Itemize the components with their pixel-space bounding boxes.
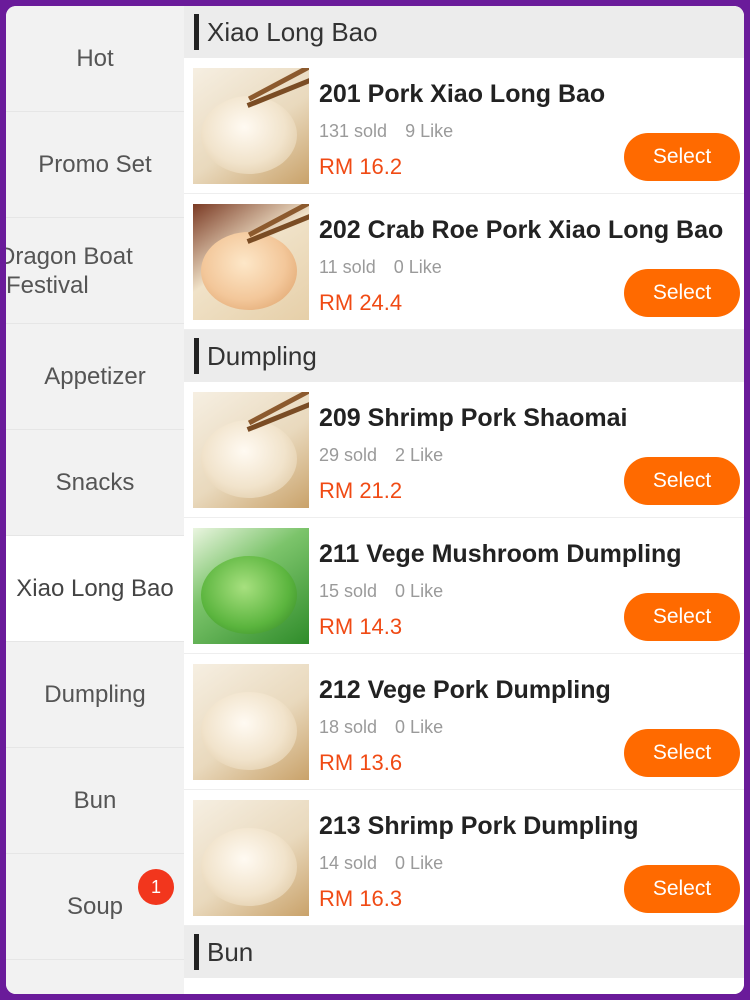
category-sidebar: Hot Promo Set Dragon Boat Festival Appet… — [6, 6, 184, 994]
menu-item[interactable]: 202 Crab Roe Pork Xiao Long Bao 11 sold 0… — [184, 194, 744, 330]
item-stats: 29 sold 2 Like — [319, 445, 443, 466]
header-accent-bar — [194, 338, 199, 374]
item-name: 209 Shrimp Pork Shaomai — [319, 404, 628, 432]
sold-count: 11 sold — [319, 257, 376, 277]
item-price: RM 21.2 — [319, 478, 403, 503]
select-button[interactable]: Select — [624, 133, 740, 181]
menu-item[interactable]: 209 Shrimp Pork Shaomai 29 sold 2 Like RM… — [184, 382, 744, 518]
sold-count: 29 sold — [319, 445, 378, 465]
menu-item[interactable]: 211 Vege Mushroom Dumpling 15 sold 0 Like… — [184, 518, 744, 654]
header-accent-bar — [194, 14, 199, 50]
sold-count: 131 sold — [319, 121, 388, 141]
select-button[interactable]: Select — [624, 593, 740, 641]
item-stats: 15 sold 0 Like — [319, 581, 443, 602]
sidebar-item-dumpling[interactable]: Dumpling — [6, 642, 184, 748]
sidebar-item-promo-set[interactable]: Promo Set — [6, 112, 184, 218]
sidebar-item-snacks[interactable]: Snacks — [6, 430, 184, 536]
menu-item[interactable]: 212 Vege Pork Dumpling 18 sold 0 Like RM … — [184, 654, 744, 790]
item-price: RM 13.6 — [319, 750, 403, 775]
sidebar-item-bun[interactable]: Bun — [6, 748, 184, 854]
item-stats: 131 sold 9 Like — [319, 121, 453, 142]
food-image — [193, 392, 309, 508]
item-stats: 11 sold 0 Like — [319, 257, 442, 278]
sold-count: 15 sold — [319, 581, 378, 601]
select-button[interactable]: Select — [624, 457, 740, 505]
item-price: RM 14.3 — [319, 614, 403, 639]
food-image — [193, 528, 309, 644]
select-button[interactable]: Select — [624, 269, 740, 317]
category-title: Bun — [207, 936, 254, 967]
menu-list: Xiao Long Bao 201 Pork Xiao Long Bao 131… — [184, 6, 744, 994]
category-header: Xiao Long Bao — [184, 6, 744, 58]
food-image — [193, 664, 309, 780]
category-title: Dumpling — [207, 340, 317, 371]
food-image — [193, 204, 309, 320]
menu-item[interactable]: 213 Shrimp Pork Dumpling 14 sold 0 Like R… — [184, 790, 744, 926]
cart-count-badge: 1 — [138, 869, 174, 905]
item-name: 213 Shrimp Pork Dumpling — [319, 812, 639, 840]
category-header: Bun — [184, 926, 744, 978]
item-stats: 14 sold 0 Like — [319, 853, 443, 874]
item-name: 211 Vege Mushroom Dumpling — [319, 540, 682, 568]
item-name: 201 Pork Xiao Long Bao — [319, 80, 606, 108]
sidebar-item-dragon-boat-festival[interactable]: Dragon Boat Festival — [6, 218, 184, 324]
category-title: Xiao Long Bao — [207, 16, 378, 47]
food-image — [193, 800, 309, 916]
sidebar-item-label: Soup — [66, 893, 124, 920]
item-stats: 18 sold 0 Like — [319, 717, 443, 738]
like-count: 9 Like — [405, 121, 454, 141]
like-count: 0 Like — [395, 717, 444, 737]
sold-count: 18 sold — [319, 717, 378, 737]
item-name: 212 Vege Pork Dumpling — [319, 676, 611, 704]
item-name: 202 Crab Roe Pork Xiao Long Bao — [319, 216, 724, 244]
like-count: 2 Like — [395, 445, 444, 465]
like-count: 0 Like — [393, 257, 442, 277]
item-price: RM 16.3 — [319, 886, 403, 911]
select-button[interactable]: Select — [624, 865, 740, 913]
category-header: Dumpling — [184, 330, 744, 382]
app-frame: Hot Promo Set Dragon Boat Festival Appet… — [6, 6, 744, 994]
item-price: RM 16.2 — [319, 154, 403, 179]
sidebar-item-appetizer[interactable]: Appetizer — [6, 324, 184, 430]
sold-count: 14 sold — [319, 853, 378, 873]
like-count: 0 Like — [395, 581, 444, 601]
food-image — [193, 68, 309, 184]
select-button[interactable]: Select — [624, 729, 740, 777]
like-count: 0 Like — [395, 853, 444, 873]
sidebar-item-soup[interactable]: Soup 1 — [6, 854, 184, 960]
item-price: RM 24.4 — [319, 290, 403, 315]
header-accent-bar — [194, 934, 199, 970]
sidebar-item-hot[interactable]: Hot — [6, 6, 184, 112]
sidebar-item-xiao-long-bao[interactable]: Xiao Long Bao — [6, 536, 184, 642]
menu-item[interactable]: 201 Pork Xiao Long Bao 131 sold 9 Like RM… — [184, 58, 744, 194]
